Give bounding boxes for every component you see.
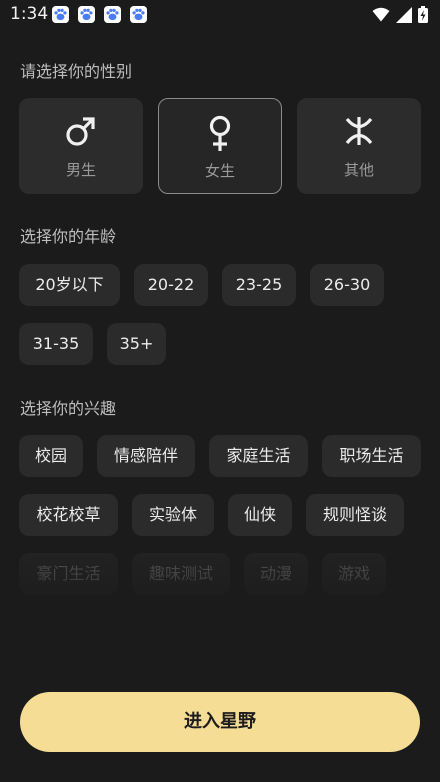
age-option-26-30[interactable]: 26-30 xyxy=(310,264,384,306)
interest-option[interactable]: 仙侠 xyxy=(228,494,292,536)
gender-option-label: 女生 xyxy=(204,162,235,180)
interest-option[interactable]: 游戏 xyxy=(322,553,386,595)
battery-charging-icon xyxy=(418,6,428,23)
interest-option[interactable]: 职场生活 xyxy=(322,435,421,477)
gender-option-other[interactable]: 其他 xyxy=(297,98,421,194)
age-section-title: 选择你的年龄 xyxy=(20,227,117,246)
other-gender-symbol-icon xyxy=(345,117,373,145)
cellular-signal-icon xyxy=(396,6,412,23)
gender-option-label: 男生 xyxy=(65,161,96,179)
interest-option[interactable]: 趣味测试 xyxy=(132,553,230,595)
interest-option[interactable]: 情感陪伴 xyxy=(97,435,195,477)
age-option-23-25[interactable]: 23-25 xyxy=(222,264,296,306)
paw-icon xyxy=(104,6,121,23)
age-option-35-plus[interactable]: 35+ xyxy=(107,323,166,365)
age-option-20-22[interactable]: 20-22 xyxy=(134,264,208,306)
age-option-31-35[interactable]: 31-35 xyxy=(19,323,93,365)
interest-option[interactable]: 动漫 xyxy=(244,553,308,595)
interest-option[interactable]: 豪门生活 xyxy=(19,553,118,595)
status-bar: 1:34 xyxy=(0,0,440,30)
female-symbol-icon xyxy=(209,115,231,151)
interest-option[interactable]: 校园 xyxy=(19,435,83,477)
interest-option[interactable]: 实验体 xyxy=(132,494,214,536)
interest-option[interactable]: 校花校草 xyxy=(19,494,118,536)
male-symbol-icon xyxy=(66,117,95,146)
gender-option-female[interactable]: 女生 xyxy=(158,98,282,194)
paw-icon xyxy=(130,6,147,23)
interests-section-title: 选择你的兴趣 xyxy=(20,399,117,418)
paw-icon xyxy=(78,6,95,23)
wifi-icon xyxy=(372,7,390,22)
paw-icon xyxy=(52,6,69,23)
status-time: 1:34 xyxy=(10,4,49,24)
gender-option-label: 其他 xyxy=(343,161,374,179)
gender-section-title: 请选择你的性别 xyxy=(20,62,133,81)
gender-option-male[interactable]: 男生 xyxy=(19,98,143,194)
interest-option[interactable]: 规则怪谈 xyxy=(306,494,404,536)
age-option-under-20[interactable]: 20岁以下 xyxy=(19,264,120,306)
interest-option[interactable]: 家庭生活 xyxy=(209,435,308,477)
enter-button[interactable]: 进入星野 xyxy=(20,692,420,752)
